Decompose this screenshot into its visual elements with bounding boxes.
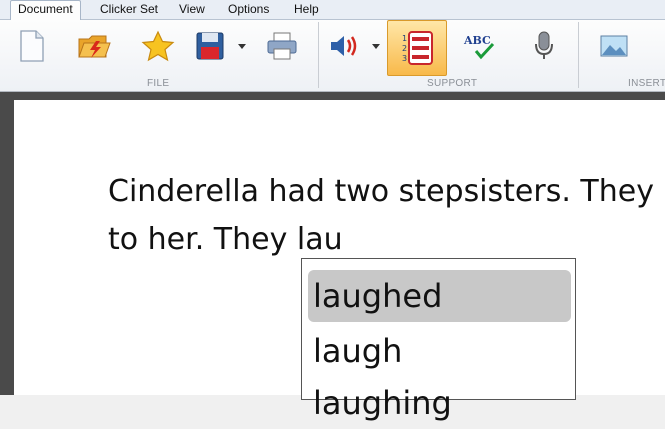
support-group-label: SUPPORT (427, 78, 478, 89)
menu-view[interactable]: View (179, 2, 205, 16)
numbered-list-icon: 1 2 3 (402, 31, 433, 65)
save-dropdown-arrow-icon[interactable] (238, 44, 246, 49)
document-line: to her. They lau (108, 222, 343, 257)
new-document-icon (20, 30, 44, 62)
svg-text:3: 3 (402, 54, 407, 63)
spellcheck-icon: ABC (463, 34, 495, 60)
new-document-button[interactable] (12, 26, 52, 66)
document-line: Cinderella had two stepsisters. They (108, 174, 654, 209)
picture-icon (600, 35, 628, 57)
prediction-item-laughed[interactable]: laughed (308, 270, 571, 322)
menu-help[interactable]: Help (294, 2, 319, 16)
microphone-button[interactable] (524, 26, 564, 66)
prediction-item-laugh[interactable]: laugh (308, 325, 571, 377)
favourite-button[interactable] (138, 26, 178, 66)
menu-document[interactable]: Document (10, 0, 81, 21)
print-button[interactable] (262, 26, 302, 66)
save-disk-icon (196, 32, 224, 60)
insert-picture-button[interactable] (594, 26, 634, 66)
menu-clicker-set[interactable]: Clicker Set (100, 2, 158, 16)
speaker-icon (331, 36, 357, 56)
microphone-icon (535, 31, 553, 59)
menu-bar: Document Clicker Set View Options Help (0, 0, 665, 21)
group-divider (578, 22, 579, 88)
open-button[interactable] (74, 26, 114, 66)
star-icon (141, 30, 175, 62)
svg-text:1: 1 (402, 34, 407, 43)
group-divider (318, 22, 319, 88)
prediction-item-laughing[interactable]: laughing (308, 377, 571, 429)
save-button[interactable] (190, 26, 230, 66)
insert-group-label: INSERT (628, 78, 665, 89)
ribbon-toolbar: FILE 1 2 3 ABC SUPPORT INSERT (0, 20, 665, 92)
svg-text:2: 2 (402, 44, 407, 53)
open-folder-icon (78, 35, 111, 58)
printer-icon (267, 32, 297, 60)
predictor-button[interactable]: 1 2 3 (387, 20, 447, 76)
word-prediction-list: laughed laugh laughing (301, 258, 576, 422)
spellcheck-button[interactable]: ABC (460, 26, 500, 66)
spellcheck-abc-text: ABC (463, 34, 491, 47)
speech-button[interactable] (324, 26, 364, 66)
file-group-label: FILE (147, 78, 170, 89)
speech-dropdown-arrow-icon[interactable] (372, 44, 380, 49)
menu-options[interactable]: Options (228, 2, 269, 16)
document-text[interactable]: Cinderella had two stepsisters. They to … (108, 168, 665, 264)
